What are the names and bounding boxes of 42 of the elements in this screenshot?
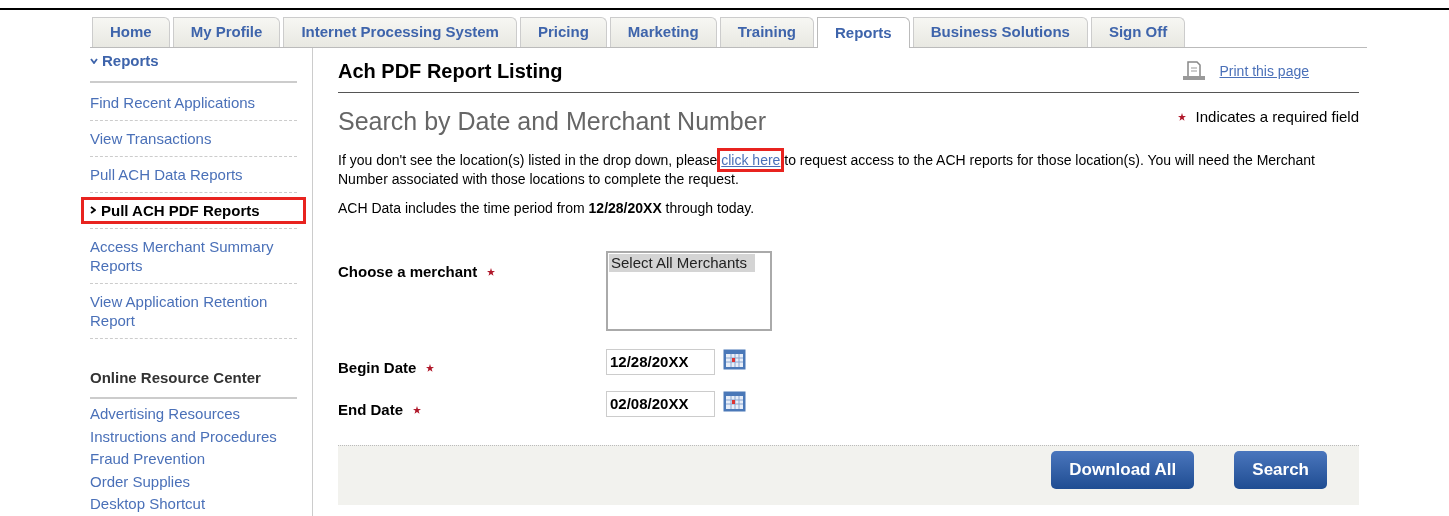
sidebar-link[interactable]: Access Merchant Summary Reports	[90, 236, 297, 275]
date-field[interactable]: 02/08/20XX	[606, 390, 715, 417]
action-button[interactable]: Download All	[1051, 450, 1195, 489]
required-note: Indicates a required field	[1195, 107, 1359, 127]
sidebar-link[interactable]: View Transactions	[90, 128, 297, 148]
nav-tab[interactable]: Sign Off	[1090, 17, 1186, 47]
sidebar-link[interactable]: Advertising Resources	[90, 403, 241, 426]
nav-tab[interactable]: Training	[719, 17, 814, 47]
sidebar-link[interactable]: View Application Retention Report	[90, 291, 297, 330]
section-heading: Search by Date and Merchant Number	[338, 106, 766, 137]
field-label: End Date	[338, 399, 403, 420]
sidebar-link[interactable]: Fraud Prevention	[90, 448, 206, 471]
printer-icon[interactable]	[1181, 61, 1206, 81]
merchant-listbox[interactable]: Select All Merchants	[606, 250, 772, 331]
nav-tab[interactable]: Reports	[817, 17, 910, 48]
nav-tab[interactable]: My Profile	[172, 17, 281, 47]
field-label: Choose a merchant	[338, 261, 478, 282]
chevron-icon	[90, 206, 96, 214]
sidebar-link[interactable]: Order Supplies	[90, 470, 191, 493]
nav-tab[interactable]: Marketing	[609, 17, 717, 47]
nav-tab[interactable]: Home	[92, 17, 170, 47]
page-title: Ach PDF Report Listing	[338, 59, 563, 84]
section-title: Online Resource Center	[90, 366, 297, 399]
nav-tab[interactable]: Internet Processing System	[283, 17, 517, 47]
sidebar-link[interactable]: Desktop Shortcut	[90, 493, 206, 516]
print-link[interactable]: Print this page	[1219, 60, 1309, 82]
data-note: ACH Data includes the time period from 12/28/20XX through today.	[338, 198, 756, 218]
nav-tab[interactable]: Pricing	[519, 17, 607, 47]
action-button[interactable]: Search	[1234, 450, 1327, 489]
listbox-option[interactable]: Select All Merchants	[609, 253, 755, 272]
calendar-icon[interactable]	[723, 390, 746, 412]
calendar-icon[interactable]	[723, 348, 746, 370]
sidebar-link[interactable]: Instructions and Procedures	[90, 425, 277, 448]
section-title[interactable]: Reports	[102, 50, 159, 73]
nav-tab[interactable]: Business Solutions	[912, 17, 1088, 47]
sidebar-link[interactable]: Find Recent Applications	[90, 92, 297, 112]
field-label: Begin Date	[338, 357, 417, 378]
sidebar-link[interactable]: Pull ACH Data Reports	[90, 164, 297, 184]
sidebar-link[interactable]: Pull ACH PDF Reports	[81, 196, 306, 224]
intro-paragraph: If you don't see the location(s) listed in the drop down, please click here to request access to the ACH reports for those location(s). You will need the Merchant Number associated with those locations to complete the request.	[338, 150, 1359, 189]
date-field[interactable]: 12/28/20XX	[606, 348, 715, 375]
required-star-icon	[1177, 113, 1186, 122]
